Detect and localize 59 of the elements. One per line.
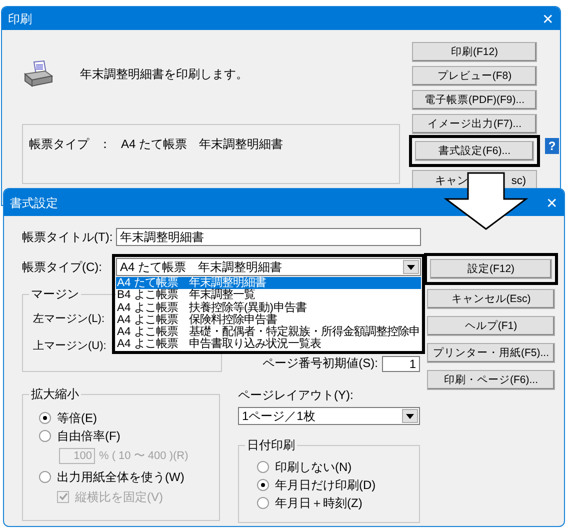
radio-button[interactable] xyxy=(39,412,51,424)
dropdown-option[interactable]: A4 よこ帳票 保険料控除申告書 xyxy=(116,314,421,326)
field-label: 帳票タイプ(C): xyxy=(22,259,103,276)
ratio-range: % ( 10 〜 400 )(R) xyxy=(99,449,188,464)
dialog-button[interactable]: 印刷・ページ(F6)... xyxy=(427,370,555,390)
title-field[interactable]: 年末調整明細書 xyxy=(116,228,421,246)
dropdown-option[interactable]: B4 よこ帳票 年末調整一覧 xyxy=(116,289,421,302)
checkbox-label: 縦横比を固定(V) xyxy=(75,488,163,506)
group-title: 日付印刷 xyxy=(245,437,297,453)
radio-label: 年月日だけ印刷(D) xyxy=(275,477,376,494)
layout-select[interactable]: 1ページ／1枚 xyxy=(238,407,420,425)
caret-icon xyxy=(406,414,414,418)
radio-label: 印刷しない(N) xyxy=(275,459,352,476)
message-text: 年末調整明細書を印刷します。 xyxy=(80,66,248,83)
radio-label: 出力用紙全体を使う(W) xyxy=(57,468,184,486)
radio-button[interactable] xyxy=(39,470,51,482)
group-title: マージン xyxy=(29,286,81,302)
page-number-field[interactable]: 1 xyxy=(382,356,420,372)
field-label: 上マージン(U): xyxy=(33,338,106,354)
window-title: 書式設定 xyxy=(10,194,58,212)
close-button[interactable]: ✕ xyxy=(542,12,554,26)
dialog-button[interactable]: キャンセル(Esc) xyxy=(427,289,555,309)
caret-icon xyxy=(407,264,415,270)
help-icon[interactable]: ? xyxy=(545,138,559,154)
group-title: 拡大縮小 xyxy=(29,386,81,402)
select-value: A4 たて帳票 年末調整明細書 xyxy=(120,259,282,276)
dialog-button[interactable]: プレビュー(F8) xyxy=(412,66,537,86)
field-label: ページレイアウト(Y): xyxy=(238,387,354,404)
radio-label: 等倍(E) xyxy=(57,410,97,427)
dialog-button[interactable]: 電子帳票(PDF)(F9)... xyxy=(412,90,537,110)
separator-text: ： xyxy=(99,136,111,153)
type-select[interactable]: A4 たて帳票 年末調整明細書 xyxy=(116,258,421,276)
dialog-button[interactable]: イメージ出力(F7)... xyxy=(412,114,537,134)
dialog-button[interactable]: 書式設定(F6)... xyxy=(415,141,534,161)
dialog-button[interactable]: 設定(F12) xyxy=(430,259,552,279)
field-label: ページ番号初期値(S): xyxy=(262,355,378,372)
dialog-button[interactable]: ヘルプ(F1) xyxy=(427,316,555,336)
select-value: 1ページ／1枚 xyxy=(242,408,316,425)
field-label: 左マージン(L): xyxy=(33,312,104,327)
dropdown-option[interactable]: A4 よこ帳票 基礎・配偶者・特定親族・所得金額調整控除申 xyxy=(116,326,421,338)
radio-button[interactable] xyxy=(257,497,269,509)
radio-label: 年月日＋時刻(Z) xyxy=(275,495,362,512)
dropdown-option[interactable]: A4 よこ帳票 申告書取り込み状況一覧表 xyxy=(116,338,421,351)
form-type-value: A4 たて帳票 年末調整明細書 xyxy=(121,136,284,153)
form-type-label: 帳票タイプ xyxy=(29,136,89,153)
field-label: 帳票タイトル(T): xyxy=(22,229,114,246)
dialog-button[interactable]: プリンター・用紙(F5)... xyxy=(427,343,555,363)
dialog-button[interactable]: 印刷(F12) xyxy=(412,42,537,62)
radio-button[interactable] xyxy=(39,430,51,442)
close-button[interactable]: ✕ xyxy=(546,196,558,210)
dropdown-button[interactable] xyxy=(403,260,419,274)
radio-label: 自由倍率(F) xyxy=(57,428,120,445)
dropdown-option[interactable]: A4 よこ帳票 扶養控除等(異動)申告書 xyxy=(116,302,421,314)
radio-button[interactable] xyxy=(257,479,269,491)
window-title: 印刷 xyxy=(8,10,32,28)
dropdown-button[interactable] xyxy=(402,409,418,423)
dropdown-option[interactable]: A4 たて帳票 年末調整明細書 xyxy=(116,277,421,290)
radio-button[interactable] xyxy=(257,461,269,473)
printer-icon xyxy=(22,60,54,88)
